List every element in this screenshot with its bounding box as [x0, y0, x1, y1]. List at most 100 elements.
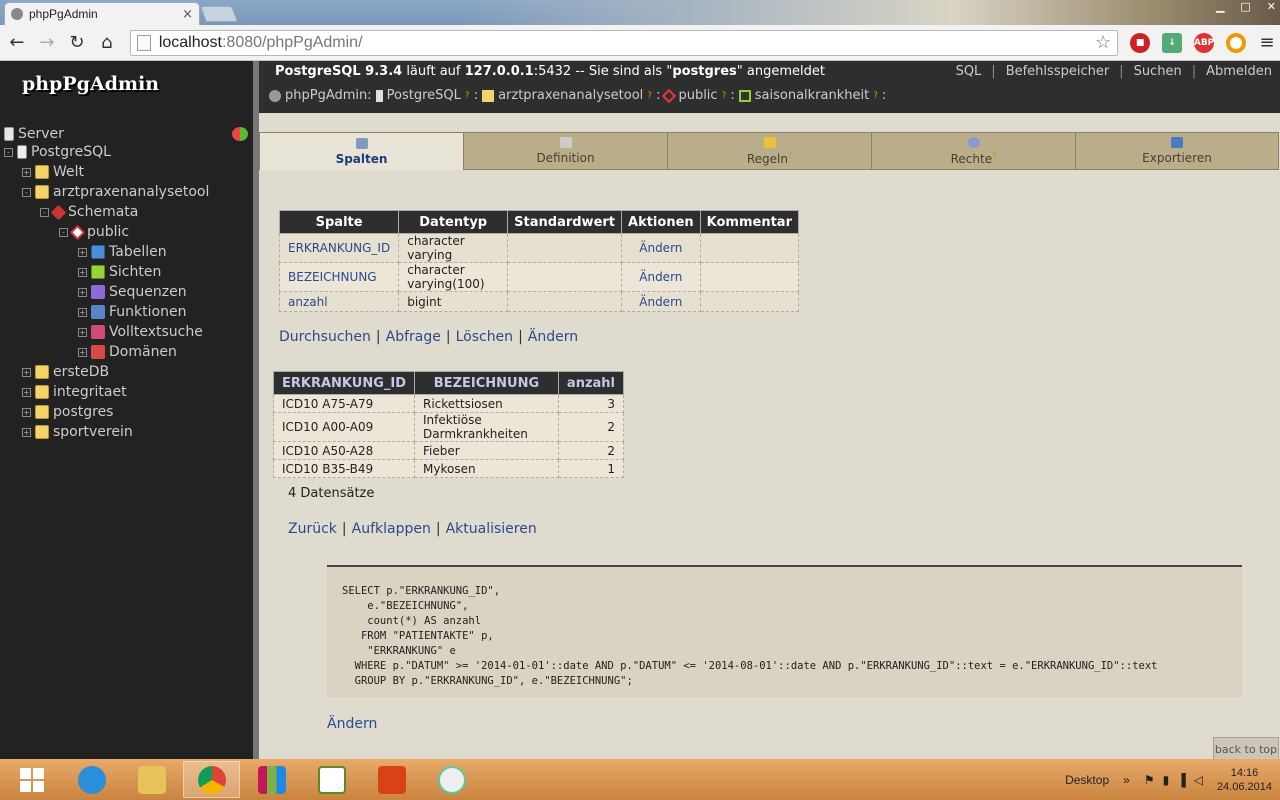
tree-label[interactable]: public: [87, 224, 129, 240]
taskbar-paint[interactable]: [423, 761, 480, 798]
taskbar-explorer[interactable]: [123, 761, 180, 798]
search-link[interactable]: Suchen: [1134, 64, 1182, 79]
new-tab-button[interactable]: [200, 6, 238, 22]
maximize-icon[interactable]: □: [1240, 0, 1250, 18]
tree-item-domaenen[interactable]: + Domänen: [78, 342, 177, 362]
edit-column-link[interactable]: Ändern: [621, 291, 701, 312]
logout-link[interactable]: Abmelden: [1206, 64, 1272, 79]
delete-link[interactable]: Löschen: [456, 329, 513, 345]
expand-toggle[interactable]: +: [78, 307, 87, 317]
tab-columns[interactable]: Spalten: [259, 132, 463, 170]
collapse-toggle[interactable]: -: [22, 187, 31, 197]
taskbar-ie[interactable]: [63, 761, 120, 798]
refresh-link[interactable]: Aktualisieren: [446, 521, 537, 537]
stop-extension-icon[interactable]: ■: [1130, 32, 1151, 53]
expand-toggle[interactable]: +: [78, 247, 87, 257]
tab-rules[interactable]: Regeln?: [667, 132, 871, 170]
tree-label[interactable]: integritaet: [53, 384, 127, 400]
tree-item-integritaet[interactable]: + integritaet: [22, 382, 127, 402]
network-icon[interactable]: ▐: [1177, 773, 1186, 787]
expand-link[interactable]: Aufklappen: [352, 521, 431, 537]
taskbar-chart-app[interactable]: [303, 761, 360, 798]
tree-label[interactable]: Tabellen: [109, 244, 167, 260]
tree-label[interactable]: ersteDB: [53, 364, 109, 380]
tree-label[interactable]: Sequenzen: [109, 284, 187, 300]
tab-definition[interactable]: Definition: [463, 132, 667, 170]
edit-column-link[interactable]: Ändern: [621, 262, 701, 292]
column-header[interactable]: ERKRANKUNG_ID: [273, 371, 415, 395]
forward-icon[interactable]: →: [34, 30, 60, 56]
back-icon[interactable]: ←: [4, 30, 30, 56]
tree-item-sequenzen[interactable]: + Sequenzen: [78, 282, 187, 302]
crumb-view[interactable]: saisonalkrankheit: [755, 88, 869, 103]
expand-toggle[interactable]: +: [22, 407, 31, 417]
tree-label[interactable]: Domänen: [109, 344, 177, 360]
tree-item-public[interactable]: - public: [59, 222, 129, 242]
refresh-tree-icon[interactable]: [232, 127, 248, 141]
clock[interactable]: 14:16 24.06.2014: [1217, 766, 1272, 794]
volume-icon[interactable]: ◁: [1194, 773, 1203, 787]
sql-link[interactable]: SQL: [956, 64, 982, 79]
tree-item-erstedb[interactable]: + ersteDB: [22, 362, 109, 382]
start-button[interactable]: [3, 761, 60, 798]
power-icon[interactable]: ▮: [1163, 773, 1170, 787]
tree-label[interactable]: Server: [18, 126, 64, 142]
reload-icon[interactable]: ↻: [64, 30, 90, 56]
address-bar[interactable]: localhost:8080/phpPgAdmin/ ☆: [129, 29, 1119, 56]
collapse-toggle[interactable]: -: [40, 207, 49, 217]
back-link[interactable]: Zurück: [288, 521, 337, 537]
back-to-top-button[interactable]: back to top: [1213, 737, 1279, 761]
help-icon[interactable]: ?: [465, 91, 470, 101]
tree-item-postgres[interactable]: + postgres: [22, 402, 113, 422]
help-icon[interactable]: ?: [873, 91, 878, 101]
tree-item-arztpraxenanalysetool[interactable]: - arztpraxenanalysetool: [22, 182, 209, 202]
help-icon[interactable]: ?: [647, 91, 652, 101]
query-link[interactable]: Abfrage: [386, 329, 441, 345]
tree-item-volltextsuche[interactable]: + Volltextsuche: [78, 322, 203, 342]
tree-item-server[interactable]: Server: [4, 124, 64, 144]
column-header[interactable]: BEZEICHNUNG: [414, 371, 559, 395]
tree-label[interactable]: Funktionen: [109, 304, 186, 320]
crumb-database[interactable]: arztpraxenanalysetool: [498, 88, 643, 103]
tree-label[interactable]: Welt: [53, 164, 84, 180]
tree-label[interactable]: PostgreSQL: [31, 144, 111, 160]
adblock-icon[interactable]: ABP: [1194, 32, 1214, 53]
tree-item-sportverein[interactable]: + sportverein: [22, 422, 133, 442]
home-icon[interactable]: ⌂: [94, 30, 120, 56]
taskbar-winrar[interactable]: [243, 761, 300, 798]
bookmark-star-icon[interactable]: ☆: [1095, 32, 1111, 53]
tree-label[interactable]: postgres: [53, 404, 113, 420]
edit-column-link[interactable]: Ändern: [621, 233, 701, 263]
tree-item-tabellen[interactable]: + Tabellen: [78, 242, 167, 262]
menu-icon[interactable]: ≡: [1254, 30, 1280, 56]
tree-item-sichten[interactable]: + Sichten: [78, 262, 161, 282]
alter-link[interactable]: Ändern: [528, 329, 578, 345]
collapse-toggle[interactable]: -: [59, 227, 68, 237]
tab-privileges[interactable]: Rechte?: [871, 132, 1075, 170]
expand-toggle[interactable]: +: [22, 427, 31, 437]
expand-toggle[interactable]: +: [22, 367, 31, 377]
minimize-icon[interactable]: ▁: [1216, 0, 1224, 18]
column-header[interactable]: anzahl: [557, 371, 625, 395]
tree-label[interactable]: Volltextsuche: [109, 324, 203, 340]
expand-toggle[interactable]: +: [22, 387, 31, 397]
browse-link[interactable]: Durchsuchen: [279, 329, 371, 345]
crumb-postgresql[interactable]: PostgreSQL: [387, 88, 461, 103]
tab-export[interactable]: Exportieren: [1075, 132, 1279, 170]
edit-definition-link[interactable]: Ändern: [327, 716, 377, 732]
extension-ring-icon[interactable]: [1226, 32, 1247, 53]
close-window-icon[interactable]: ✕: [1267, 0, 1276, 18]
tree-item-schemata[interactable]: - Schemata: [40, 202, 138, 222]
browser-tab[interactable]: phpPgAdmin ×: [4, 2, 200, 25]
expand-toggle[interactable]: +: [22, 167, 31, 177]
crumb-phppgadmin[interactable]: phpPgAdmin:: [285, 88, 372, 103]
flag-icon[interactable]: ⚑: [1144, 773, 1155, 787]
download-extension-icon[interactable]: ↓: [1162, 32, 1183, 53]
close-tab-icon[interactable]: ×: [182, 7, 193, 22]
taskbar-music[interactable]: [363, 761, 420, 798]
tree-label[interactable]: Schemata: [68, 204, 138, 220]
tree-label[interactable]: arztpraxenanalysetool: [53, 184, 209, 200]
toolbar-chevron[interactable]: »: [1123, 773, 1130, 787]
help-icon[interactable]: ?: [788, 151, 792, 160]
tree-item-funktionen[interactable]: + Funktionen: [78, 302, 186, 322]
